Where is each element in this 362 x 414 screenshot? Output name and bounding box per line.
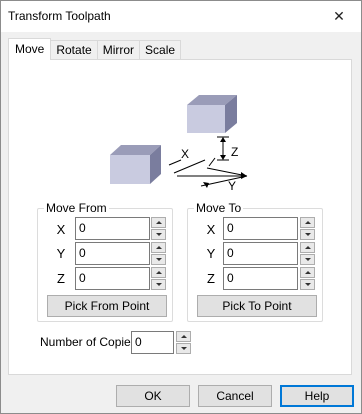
window-title: Transform Toolpath: [8, 9, 111, 23]
move-to-z-label: Z: [207, 271, 215, 286]
tab-scale[interactable]: Scale: [139, 40, 182, 60]
tab-move[interactable]: Move: [8, 38, 52, 60]
number-of-copies-spinner[interactable]: [176, 331, 191, 354]
number-of-copies-label: Number of Copies: [40, 335, 137, 349]
move-diagram: Z X Y: [110, 95, 248, 193]
move-to-y-field[interactable]: 0: [223, 242, 298, 265]
move-to-group: Move To X 0 Y 0 Z 0 Pick To Point: [187, 201, 323, 322]
number-of-copies-field[interactable]: 0: [131, 331, 174, 354]
move-to-legend: Move To: [194, 201, 244, 215]
spin-up-icon[interactable]: [176, 331, 191, 342]
move-from-x-spinner[interactable]: [151, 217, 166, 240]
spin-up-icon[interactable]: [300, 242, 315, 253]
target-box-illustration: [187, 95, 237, 133]
move-to-x-spinner[interactable]: [300, 217, 315, 240]
source-box-illustration: [110, 145, 161, 184]
move-from-legend: Move From: [44, 201, 109, 215]
move-from-z-spinner[interactable]: [151, 267, 166, 290]
spin-down-icon[interactable]: [151, 229, 166, 240]
move-to-x-label: X: [206, 222, 216, 237]
spin-up-icon[interactable]: [300, 217, 315, 228]
move-to-y-spinner[interactable]: [300, 242, 315, 265]
tab-strip: Move Rotate Mirror Scale: [8, 38, 182, 60]
move-to-z-spinner[interactable]: [300, 267, 315, 290]
spin-down-icon[interactable]: [151, 279, 166, 290]
pick-to-point-button[interactable]: Pick To Point: [197, 295, 317, 317]
spin-up-icon[interactable]: [151, 267, 166, 278]
move-from-y-field[interactable]: 0: [75, 242, 150, 265]
move-from-y-label: Y: [56, 246, 66, 261]
help-button[interactable]: Help: [280, 385, 354, 407]
spin-down-icon[interactable]: [151, 254, 166, 265]
cancel-button[interactable]: Cancel: [198, 385, 272, 407]
z-axis-label: Z: [231, 145, 238, 159]
move-from-group: Move From X 0 Y 0 Z 0 Pick From Point: [37, 201, 173, 322]
move-to-z-field[interactable]: 0: [223, 267, 298, 290]
spin-down-icon[interactable]: [300, 279, 315, 290]
x-axis-label: X: [181, 147, 189, 161]
move-from-x-label: X: [56, 222, 66, 237]
close-button[interactable]: ✕: [316, 0, 362, 32]
move-from-z-label: Z: [57, 271, 65, 286]
move-from-y-spinner[interactable]: [151, 242, 166, 265]
move-to-y-label: Y: [206, 246, 216, 261]
tab-mirror[interactable]: Mirror: [96, 40, 141, 60]
spin-up-icon[interactable]: [151, 242, 166, 253]
close-icon: ✕: [333, 7, 345, 24]
move-from-x-field[interactable]: 0: [75, 217, 150, 240]
tab-panel-move: Z X Y Move From X 0 Y 0 Z 0 Pick From Po…: [8, 59, 352, 375]
ok-button[interactable]: OK: [116, 385, 190, 407]
y-axis-label: Y: [228, 179, 236, 193]
move-from-z-field[interactable]: 0: [75, 267, 150, 290]
title-bar: Transform Toolpath ✕: [0, 0, 362, 32]
spin-up-icon[interactable]: [151, 217, 166, 228]
spin-up-icon[interactable]: [300, 267, 315, 278]
spin-down-icon[interactable]: [176, 343, 191, 354]
pick-from-point-button[interactable]: Pick From Point: [47, 295, 167, 317]
spin-down-icon[interactable]: [300, 254, 315, 265]
move-to-x-field[interactable]: 0: [223, 217, 298, 240]
spin-down-icon[interactable]: [300, 229, 315, 240]
tab-rotate[interactable]: Rotate: [50, 40, 98, 60]
